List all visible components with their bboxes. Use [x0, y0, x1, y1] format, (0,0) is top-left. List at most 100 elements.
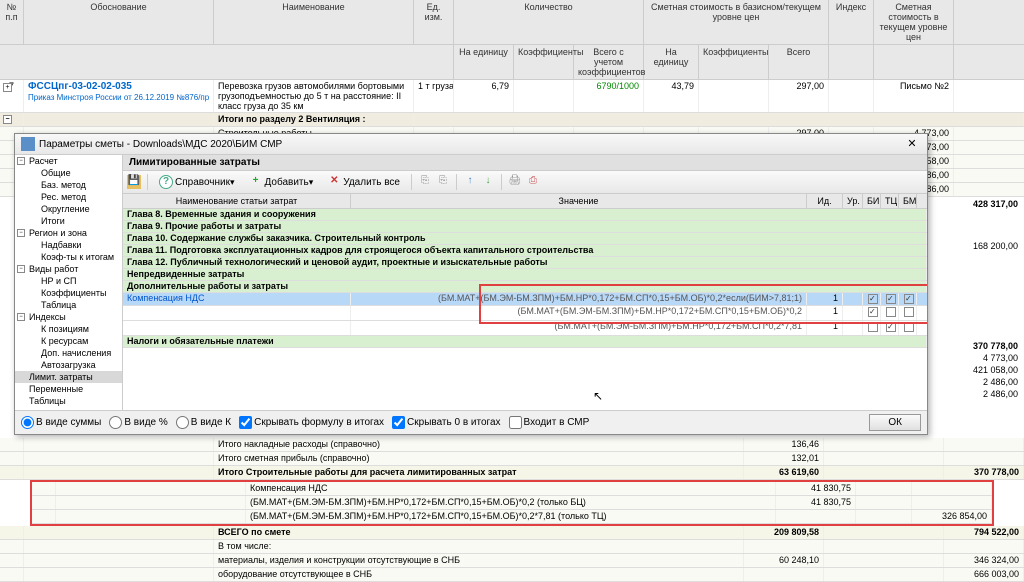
check-in-smr[interactable]: Входит в СМР: [509, 416, 590, 429]
summary-row: В том числе:: [0, 540, 1024, 554]
tree-node[interactable]: −Регион и зона: [15, 227, 122, 239]
tree-child[interactable]: Баз. метод: [15, 179, 122, 191]
tree-toggle-icon[interactable]: −: [17, 157, 25, 165]
formula-row[interactable]: Компенсация НДС(БМ.МАТ+(БМ.ЭМ-БМ.ЗПМ)+БМ…: [123, 293, 927, 306]
chapter-row[interactable]: Глава 8. Временные здания и сооружения: [123, 209, 927, 221]
radio-coef[interactable]: В виде К: [176, 416, 231, 429]
summary-row: (БМ.МАТ+(БМ.ЭМ-БМ.ЗПМ)+БМ.НР*0,172+БМ.СП…: [32, 496, 992, 510]
formula-row[interactable]: (БМ.МАТ+(БМ.ЭМ-БМ.ЗПМ)+БМ.НР*0,172+БМ.СП…: [123, 306, 927, 321]
down-icon[interactable]: ↓: [481, 175, 495, 189]
checkbox[interactable]: [868, 294, 878, 304]
radio-percent[interactable]: В виде %: [109, 416, 167, 429]
delete-all-button[interactable]: ✕Удалить все: [322, 173, 405, 191]
grid-header-row1: № п.п Обоснование Наименование Ед. изм. …: [0, 0, 1024, 45]
col-unit: Ед. изм.: [414, 0, 454, 44]
tree-node[interactable]: Переменные: [15, 383, 122, 395]
tree-child[interactable]: Коэф-ты к итогам: [15, 251, 122, 263]
tree-node[interactable]: −Индексы: [15, 311, 122, 323]
chapter-row[interactable]: Глава 10. Содержание службы заказчика. С…: [123, 233, 927, 245]
tool-icon[interactable]: ⎘: [418, 175, 432, 189]
checkbox[interactable]: [904, 322, 914, 332]
summary-row: Итого сметная прибыль (справочно)132,01: [0, 452, 1024, 466]
summary-row: Итого накладные расходы (справочно)136,4…: [0, 438, 1024, 452]
summary-row: оборудование отсутствующее в СНБ666 003,…: [0, 568, 1024, 582]
print-icon[interactable]: 🖨: [508, 175, 522, 189]
tree-child[interactable]: Рес. метод: [15, 191, 122, 203]
add-button[interactable]: +Добавить ▾: [244, 173, 319, 191]
tree-node[interactable]: Лимит. затраты: [15, 371, 122, 383]
tree-toggle-icon[interactable]: −: [17, 265, 25, 273]
summary-row: материалы, изделия и конструкции отсутст…: [0, 554, 1024, 568]
tree-child[interactable]: Таблица: [15, 299, 122, 311]
tree-child[interactable]: Итоги: [15, 215, 122, 227]
radio-sum[interactable]: В виде суммы: [21, 416, 101, 429]
summary-row: ВСЕГО по смете209 809,58794 522,00: [0, 526, 1024, 540]
collapse-icon[interactable]: −: [3, 115, 12, 124]
checkbox[interactable]: [868, 322, 878, 332]
tree-child[interactable]: Коэффициенты: [15, 287, 122, 299]
highlight-frame: Компенсация НДС41 830,75(БМ.МАТ+(БМ.ЭМ-Б…: [30, 480, 994, 526]
col-num: № п.п: [0, 0, 24, 44]
tree-child[interactable]: Доп. начисления: [15, 347, 122, 359]
estimate-params-dialog: Параметры сметы - Downloads\МДС 2020\БИМ…: [14, 133, 928, 435]
check-hide-zero[interactable]: Скрывать 0 в итогах: [392, 416, 501, 429]
col-name: Наименование: [214, 0, 414, 44]
reference-button[interactable]: ?Справочник ▾: [154, 173, 240, 191]
app-icon: [21, 137, 35, 151]
col-justification: Обоснование: [24, 0, 214, 44]
tree-node[interactable]: −Расчет: [15, 155, 122, 167]
tree-child[interactable]: Надбавки: [15, 239, 122, 251]
chapter-row[interactable]: Глава 11. Подготовка эксплуатационных ка…: [123, 245, 927, 257]
dialog-footer: В виде суммы В виде % В виде К Скрывать …: [15, 410, 927, 434]
checkbox[interactable]: [904, 294, 914, 304]
tree-node[interactable]: Таблицы: [15, 395, 122, 407]
checkbox[interactable]: [904, 307, 914, 317]
toolbar: 💾 ?Справочник ▾ +Добавить ▾ ✕Удалить все…: [123, 171, 927, 194]
chapter-row[interactable]: Непредвиденные затраты: [123, 269, 927, 281]
tree-node[interactable]: −Виды работ: [15, 263, 122, 275]
tree-child[interactable]: Общие: [15, 167, 122, 179]
cursor-icon: ↖: [593, 389, 603, 403]
grid-header-row2: На единицу Коэффициенты Всего с учетом к…: [0, 45, 1024, 80]
dialog-titlebar[interactable]: Параметры сметы - Downloads\МДС 2020\БИМ…: [15, 134, 927, 155]
chapter-row[interactable]: Глава 9. Прочие работы и затраты: [123, 221, 927, 233]
grid-header: Наименование статьи затрат Значение Ид. …: [123, 194, 927, 209]
tree-child[interactable]: Автозагрузка: [15, 359, 122, 371]
expand-icon[interactable]: +: [3, 83, 12, 92]
section-total-row: − Итоги по разделу 2 Вентиляция :: [0, 113, 1024, 127]
col-index: Индекс: [829, 0, 874, 44]
chapter-row[interactable]: Дополнительные работы и затраты: [123, 281, 927, 293]
checkbox[interactable]: [868, 307, 878, 317]
summary-row: (БМ.МАТ+(БМ.ЭМ-БМ.ЗПМ)+БМ.НР*0,172+БМ.СП…: [32, 510, 992, 524]
limited-costs-grid[interactable]: Наименование статьи затрат Значение Ид. …: [123, 194, 927, 411]
checkbox[interactable]: [886, 307, 896, 317]
tree-child[interactable]: НР и СП: [15, 275, 122, 287]
col-qty-group: Количество: [454, 0, 644, 44]
tree-child[interactable]: К позициям: [15, 323, 122, 335]
bottom-summary: Итого накладные расходы (справочно)136,4…: [0, 438, 1024, 582]
chapter-row[interactable]: Глава 12. Публичный технологический и це…: [123, 257, 927, 269]
dialog-title: Параметры сметы - Downloads\МДС 2020\БИМ…: [39, 139, 903, 150]
col-final: Сметная стоимость в текущем уровне цен: [874, 0, 954, 44]
up-icon[interactable]: ↑: [463, 175, 477, 189]
tree-child[interactable]: К ресурсам: [15, 335, 122, 347]
export-icon[interactable]: ⎙: [526, 175, 540, 189]
summary-row: Компенсация НДС41 830,75: [32, 482, 992, 496]
save-icon[interactable]: 💾: [127, 175, 141, 189]
checkbox[interactable]: [886, 294, 896, 304]
checkbox[interactable]: [886, 322, 896, 332]
close-button[interactable]: ✕: [903, 137, 921, 151]
col-cost-group: Сметная стоимость в базисном/текущем уро…: [644, 0, 829, 44]
tree-toggle-icon[interactable]: −: [17, 229, 25, 237]
tool-icon[interactable]: ⎘: [436, 175, 450, 189]
ok-button[interactable]: ОК: [869, 414, 921, 431]
position-row[interactable]: + 7 ФССЦпг-03-02-02-035Приказ Минстроя Р…: [0, 80, 1024, 113]
tree-child[interactable]: Округление: [15, 203, 122, 215]
taxes-section[interactable]: Налоги и обязательные платежи: [123, 336, 927, 348]
tree-toggle-icon[interactable]: −: [17, 313, 25, 321]
panel-title: Лимитированные затраты: [123, 155, 927, 171]
formula-row[interactable]: (БМ.МАТ+(БМ.ЭМ-БМ.ЗПМ)+БМ.НР*0,172+БМ.СП…: [123, 321, 927, 336]
params-tree[interactable]: −РасчетОбщиеБаз. методРес. методОкруглен…: [15, 155, 123, 411]
check-hide-formula[interactable]: Скрывать формулу в итогах: [239, 416, 384, 429]
summary-row: Итого Строительные работы для расчета ли…: [0, 466, 1024, 480]
